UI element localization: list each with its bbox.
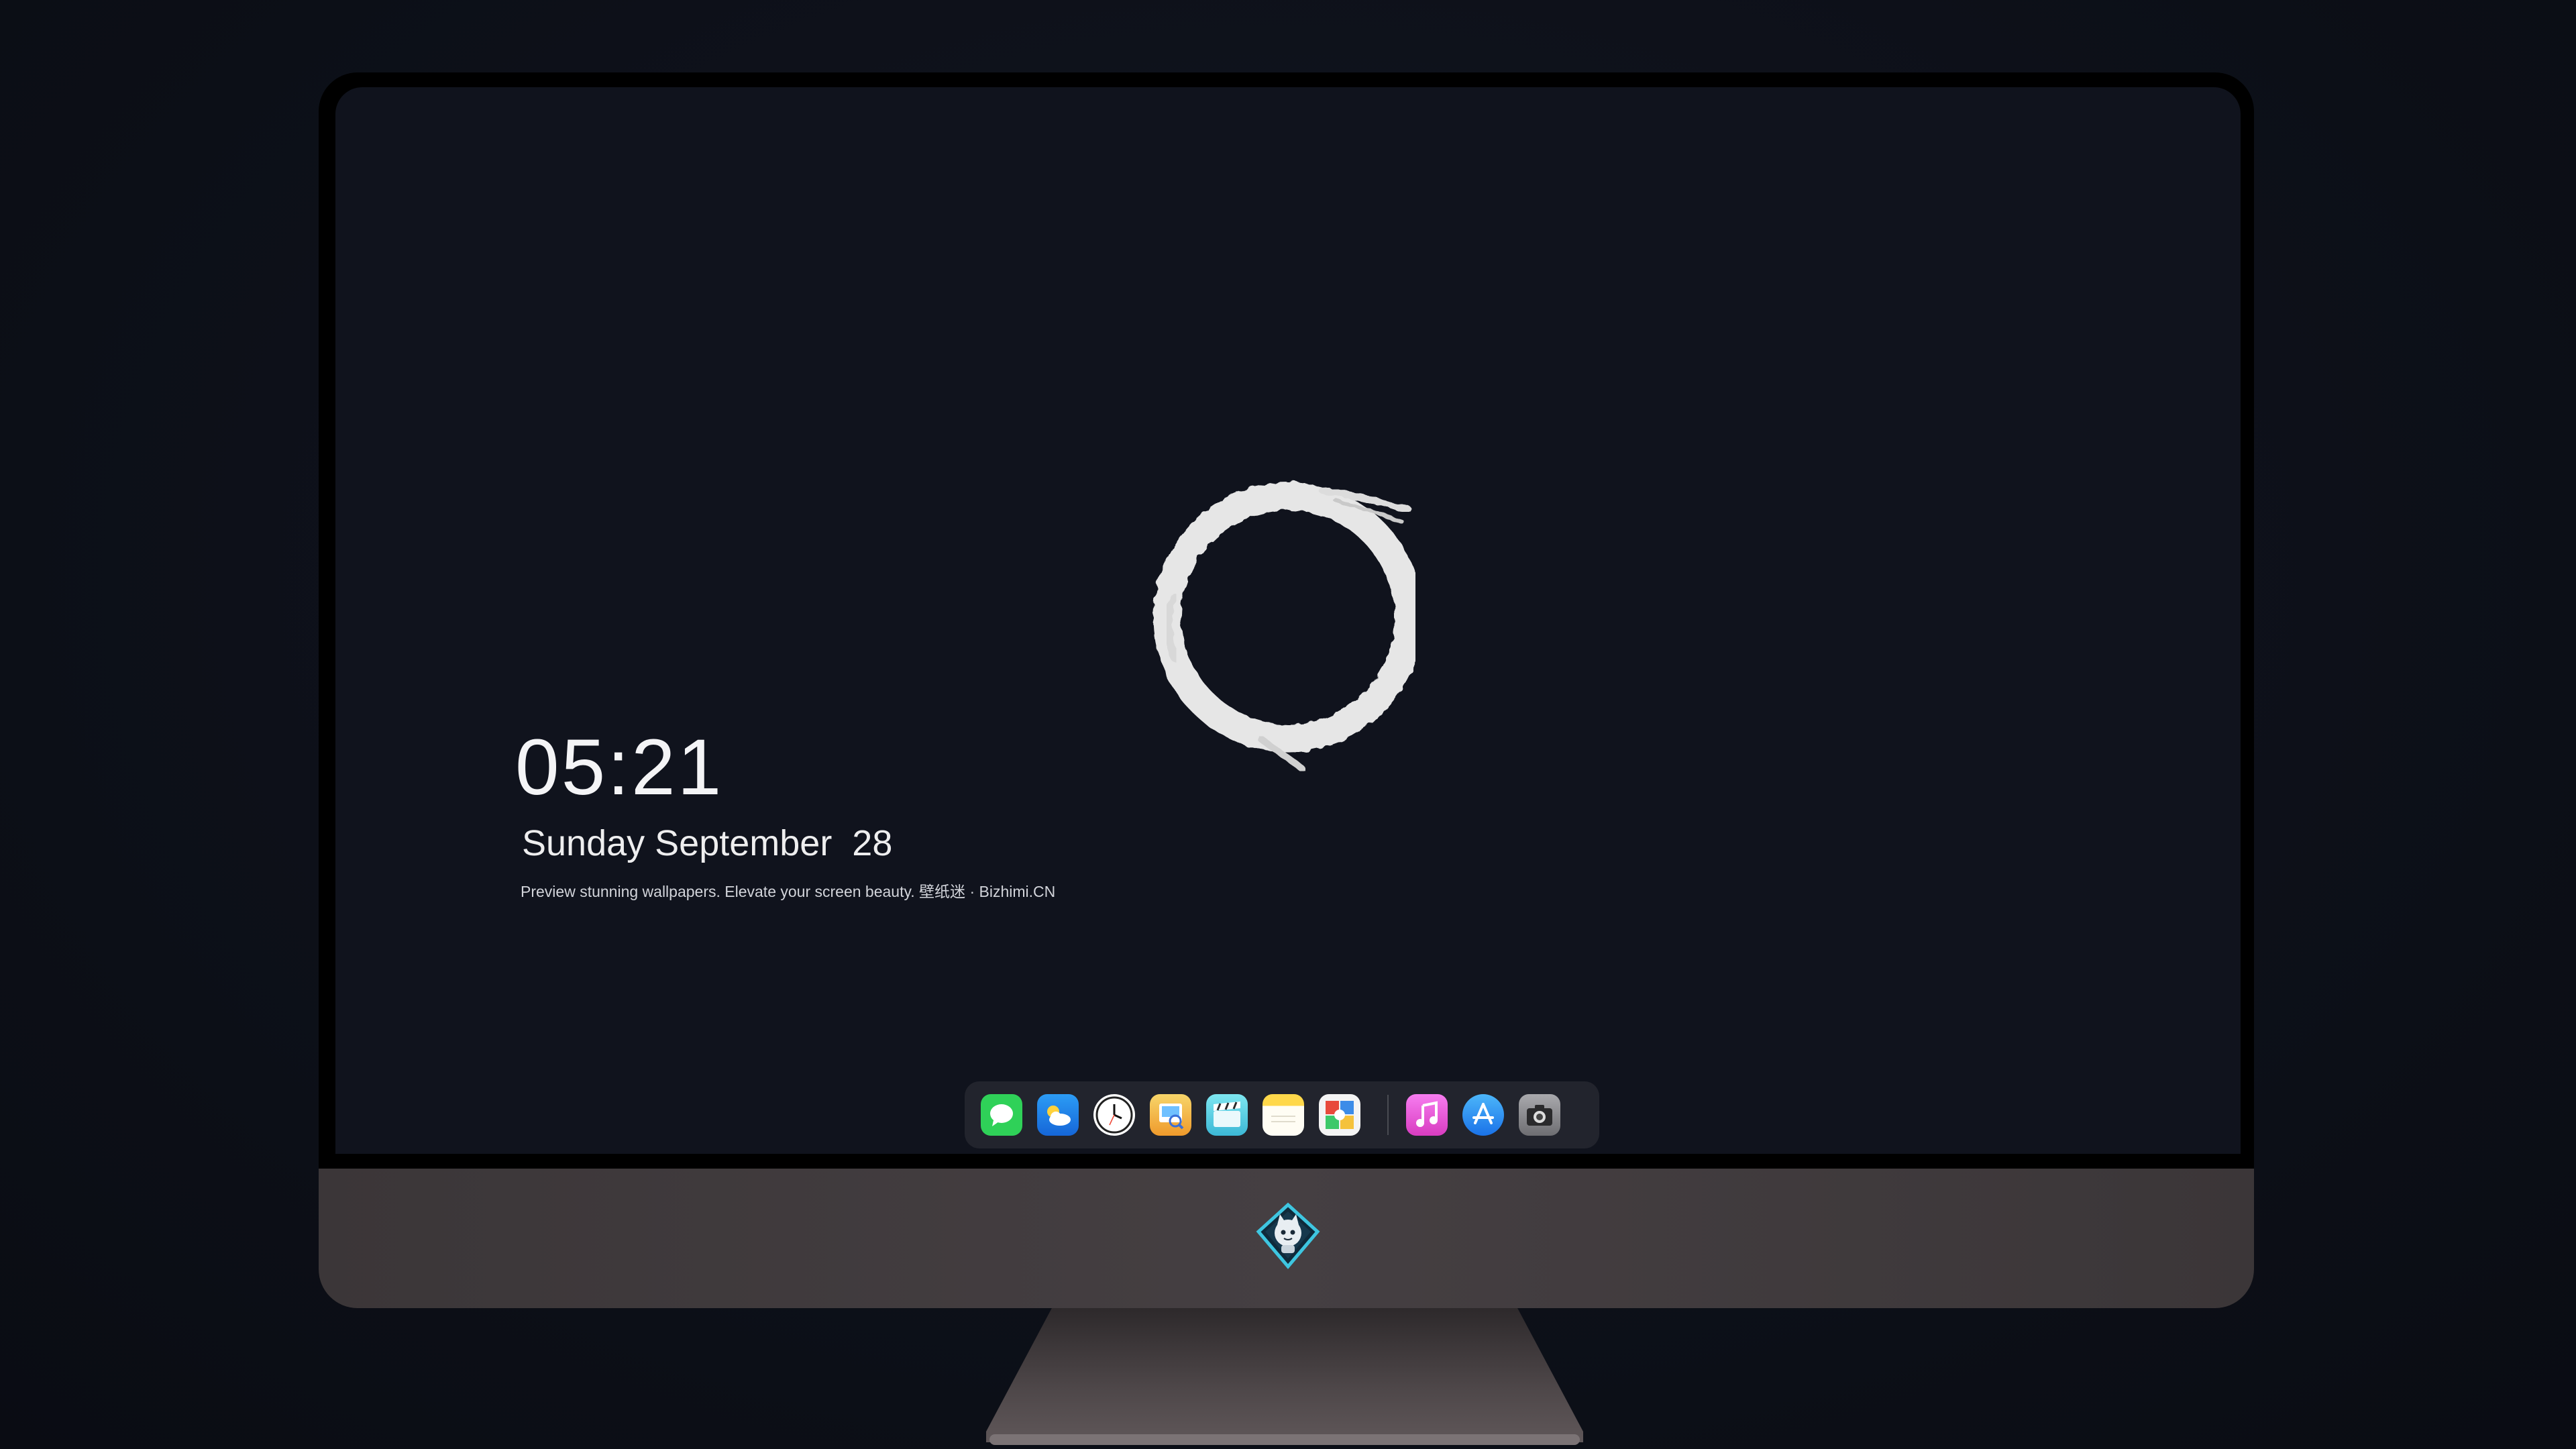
enso-ring-artwork — [1134, 463, 1423, 778]
desktop-background: 05:21 Sunday September 28 Preview stunni… — [0, 0, 2576, 1449]
mascot-logo-icon — [1254, 1202, 1322, 1269]
camera-icon[interactable] — [1519, 1094, 1560, 1136]
app-store-icon[interactable] — [1462, 1094, 1504, 1136]
music-icon[interactable] — [1406, 1094, 1448, 1136]
notes-icon[interactable] — [1263, 1094, 1304, 1136]
clock-icon[interactable] — [1093, 1094, 1135, 1136]
monitor-stand-base — [989, 1434, 1580, 1445]
wallpaper-tagline: Preview stunning wallpapers. Elevate you… — [521, 883, 1056, 900]
lockscreen-time: 05:21 — [515, 723, 724, 812]
monitor-stand — [986, 1308, 1583, 1442]
final-cut-icon[interactable] — [1206, 1094, 1248, 1136]
weather-icon[interactable] — [1037, 1094, 1079, 1136]
preview-icon[interactable] — [1150, 1094, 1191, 1136]
messages-icon[interactable] — [981, 1094, 1022, 1136]
lockscreen-date: Sunday September 28 — [522, 823, 893, 863]
dock — [965, 1081, 1599, 1148]
photo-booth-icon[interactable] — [1319, 1094, 1360, 1136]
dock-separator — [1387, 1095, 1389, 1135]
